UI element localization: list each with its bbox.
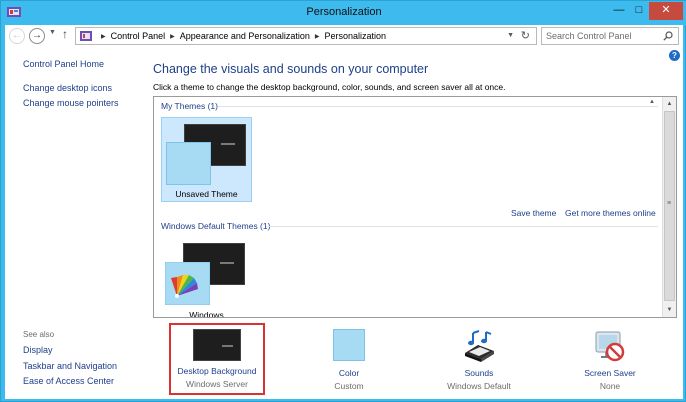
address-dropdown-icon[interactable]: ▼	[507, 32, 514, 39]
close-button[interactable]: ✕	[649, 2, 683, 20]
theme-name: Windows	[189, 310, 224, 318]
breadcrumb-personalization[interactable]: Personalization	[325, 31, 387, 41]
display-link[interactable]: Display	[23, 345, 53, 355]
left-pane: Control Panel Home Change desktop icons …	[5, 47, 147, 399]
default-themes-group-title[interactable]: Windows Default Themes (1)	[161, 221, 270, 231]
color-value: Custom	[334, 381, 364, 391]
content-area: Control Panel Home Change desktop icons …	[5, 47, 683, 399]
breadcrumb-control-panel[interactable]: Control Panel	[111, 31, 166, 41]
grip-icon: ≡	[667, 200, 672, 207]
breadcrumb-separator-icon[interactable]: ▶	[170, 33, 175, 40]
breadcrumb-separator-icon[interactable]: ▶	[315, 33, 320, 40]
group-divider	[218, 106, 658, 107]
breadcrumb: ▶ Control Panel ▶ Appearance and Personaliz…	[96, 31, 386, 41]
sounds-icon	[465, 330, 494, 362]
theme-list: My Themes (1) ▲ Unsaved Theme Save theme…	[153, 96, 677, 318]
help-icon[interactable]: ?	[669, 50, 680, 61]
get-more-themes-link[interactable]: Get more themes online	[565, 208, 656, 218]
maximize-button[interactable]: □	[629, 2, 649, 20]
title-bar[interactable]: Personalization — □ ✕	[1, 1, 686, 25]
breadcrumb-appearance[interactable]: Appearance and Personalization	[180, 31, 310, 41]
search-box[interactable]	[541, 27, 679, 45]
minimize-button[interactable]: —	[609, 2, 629, 20]
theme-tile-windows[interactable]: Windows	[161, 237, 252, 318]
ease-of-access-link[interactable]: Ease of Access Center	[23, 376, 114, 386]
desktop-background-label[interactable]: Desktop Background	[171, 366, 263, 376]
recent-locations-dropdown-icon[interactable]: ▼	[49, 29, 56, 36]
scroll-up-icon[interactable]: ▲	[663, 98, 676, 110]
control-panel-icon	[80, 31, 92, 41]
up-arrow-icon[interactable]: ↑	[62, 27, 68, 41]
see-also-title: See also	[23, 330, 55, 339]
search-icon[interactable]	[663, 31, 673, 41]
navigation-bar: ← → ▼ ↑ ▶ Control Panel ▶ Appearance and Pe…	[5, 25, 683, 47]
taskbar-navigation-link[interactable]: Taskbar and Navigation	[23, 361, 117, 371]
screen-saver-value: None	[599, 381, 621, 391]
page-description: Click a theme to change the desktop back…	[153, 82, 506, 92]
screen-saver-label[interactable]: Screen Saver	[560, 368, 660, 378]
screen-saver-setting[interactable]: Screen Saver None	[560, 325, 660, 397]
sounds-value: Windows Default	[447, 381, 511, 391]
save-theme-link[interactable]: Save theme	[511, 208, 556, 218]
group-divider	[266, 226, 658, 227]
my-themes-group-title[interactable]: My Themes (1)	[161, 101, 218, 111]
desktop-background-icon	[193, 329, 241, 361]
desktop-background-setting[interactable]: Desktop Background Windows Server	[169, 323, 265, 395]
color-fan-icon	[165, 262, 210, 305]
address-bar[interactable]: ▶ Control Panel ▶ Appearance and Personaliz…	[75, 27, 537, 45]
color-icon	[333, 329, 365, 361]
breadcrumb-separator-icon[interactable]: ▶	[101, 33, 106, 40]
refresh-icon[interactable]: ↻	[521, 29, 530, 42]
back-button[interactable]: ←	[9, 28, 25, 44]
theme-name: Unsaved Theme	[175, 189, 238, 199]
desktop-background-value: Windows Server	[186, 379, 248, 389]
theme-color-swatch	[166, 142, 211, 185]
theme-tile-unsaved[interactable]: Unsaved Theme	[161, 117, 252, 202]
control-panel-home-link[interactable]: Control Panel Home	[23, 59, 104, 69]
scrollbar-thumb[interactable]: ≡	[664, 111, 675, 301]
sounds-label[interactable]: Sounds	[429, 368, 529, 378]
color-setting[interactable]: Color Custom	[299, 325, 399, 397]
forward-button[interactable]: →	[29, 28, 45, 44]
back-arrow-icon: ←	[12, 30, 22, 41]
sounds-setting[interactable]: Sounds Windows Default	[429, 325, 529, 397]
change-mouse-pointers-link[interactable]: Change mouse pointers	[23, 98, 119, 108]
screen-saver-icon	[595, 331, 625, 362]
theme-list-scrollbar[interactable]: ▲ ≡ ▼	[662, 97, 676, 317]
collapse-icon[interactable]: ▲	[649, 99, 655, 105]
personalization-window: Personalization — □ ✕ ← → ▼ ↑ ▶ Control P…	[0, 0, 686, 402]
color-label[interactable]: Color	[299, 368, 399, 378]
forward-arrow-icon: →	[32, 30, 42, 41]
scroll-down-icon[interactable]: ▼	[663, 304, 676, 316]
window-title: Personalization	[306, 6, 382, 18]
change-desktop-icons-link[interactable]: Change desktop icons	[23, 83, 112, 93]
page-title: Change the visuals and sounds on your co…	[153, 62, 429, 76]
search-input[interactable]	[546, 30, 656, 42]
